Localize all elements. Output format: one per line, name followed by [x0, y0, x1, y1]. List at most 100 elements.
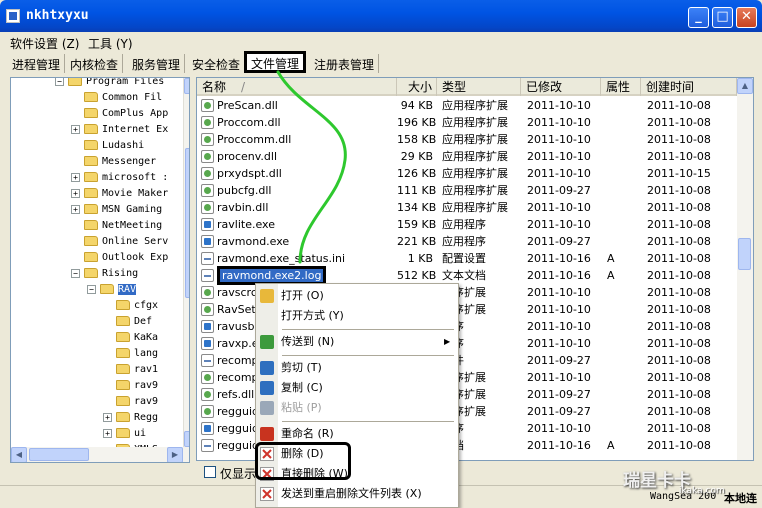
dll-file-icon [201, 133, 214, 146]
context-menu-item[interactable]: 打开 (O) [256, 287, 458, 305]
cell-created: 2011-10-08 [647, 235, 711, 248]
tree-item-label: microsoft : [102, 172, 169, 183]
column-created[interactable]: 创建时间 [641, 78, 737, 96]
menu-settings[interactable]: 软件设置 (Z) [10, 35, 79, 52]
tree-item[interactable]: + Movie Maker [71, 186, 168, 202]
cell-name: ravmond.exe_status.ini [217, 252, 346, 265]
tree-item-label: cfgx [134, 300, 159, 311]
scroll-thumb[interactable] [29, 448, 89, 461]
tree-item[interactable]: Def [103, 314, 152, 330]
menu-tools[interactable]: 工具 (Y) [88, 35, 133, 52]
table-row[interactable]: ravbin.dll 134 KB 应用程序扩展 2011-10-10 2011-10-… [197, 199, 737, 216]
collapse-icon[interactable]: − [71, 268, 80, 278]
folder-icon [116, 396, 130, 406]
close-button[interactable]: ✕ [736, 7, 757, 28]
expand-icon[interactable]: + [103, 412, 112, 422]
table-row[interactable]: ravmond.exe 221 KB 应用程序 2011-09-27 2011-10-0… [197, 233, 737, 250]
expand-icon[interactable]: + [71, 172, 80, 182]
title-bar[interactable]: nkhtxyxu _ □ ✕ [0, 0, 762, 32]
scroll-down-icon[interactable]: ▼ [184, 431, 189, 447]
cell-modified: 2011-10-10 [527, 201, 591, 214]
table-row[interactable]: prxydspt.dll 126 KB 应用程序扩展 2011-10-10 2011-1… [197, 165, 737, 182]
tree-item[interactable]: − Program Files [55, 78, 164, 90]
expand-icon[interactable]: + [103, 428, 112, 438]
expand-icon[interactable]: + [71, 124, 80, 134]
tree-item[interactable]: KaKa [103, 330, 158, 346]
list-vertical-scrollbar[interactable]: ▲ [737, 78, 753, 460]
context-menu-item[interactable]: 剪切 (T) [256, 359, 458, 377]
scroll-right-icon[interactable]: ▶ [167, 447, 183, 462]
dll-file-icon [201, 286, 214, 299]
table-row[interactable]: procenv.dll 29 KB 应用程序扩展 2011-10-10 2011-10-… [197, 148, 737, 165]
show-only-checkbox[interactable] [204, 466, 216, 478]
tab-security[interactable]: 安全检查 [188, 54, 246, 73]
tree-item[interactable]: + Internet Ex [71, 122, 168, 138]
tree-item[interactable]: Outlook Exp [71, 250, 168, 266]
folder-tree[interactable]: − Program Files Common Fil ComPlus App + Inte… [10, 77, 190, 463]
context-menu-item[interactable]: 发送到重启删除文件列表 (X) [256, 485, 458, 503]
tree-item[interactable]: ComPlus App [71, 106, 168, 122]
tree-item[interactable]: Ludashi [71, 138, 144, 154]
scroll-thumb[interactable] [738, 238, 751, 270]
tree-item[interactable]: + Regg [103, 410, 158, 426]
cut-icon [260, 361, 274, 375]
cell-attr [607, 386, 637, 403]
table-row[interactable]: Proccomm.dll 158 KB 应用程序扩展 2011-10-10 2011-1… [197, 131, 737, 148]
tree-item[interactable]: rav1 [103, 362, 158, 378]
table-row[interactable]: ravlite.exe 159 KB 应用程序 2011-10-10 2011-10-0… [197, 216, 737, 233]
tree-item[interactable]: + microsoft : [71, 170, 168, 186]
cell-type: 配置设置 [442, 252, 486, 265]
column-attr[interactable]: 属性 [601, 78, 641, 96]
scroll-thumb[interactable] [185, 148, 189, 298]
collapse-icon[interactable]: − [55, 78, 64, 86]
tree-item[interactable]: rav9 [103, 394, 158, 410]
cell-type: 文本文档 [442, 269, 486, 282]
tab-kernel[interactable]: 内核检查 [66, 54, 124, 73]
column-size[interactable]: 大小 [397, 78, 437, 96]
collapse-icon[interactable]: − [87, 284, 96, 294]
tree-item[interactable]: Online Serv [71, 234, 168, 250]
context-menu-item[interactable]: 复制 (C) [256, 379, 458, 397]
tree-item[interactable]: lang [103, 346, 158, 362]
tree-item[interactable]: + MSN Gaming [71, 202, 162, 218]
maximize-button[interactable]: □ [712, 7, 733, 28]
context-menu-item[interactable]: 粘贴 (P) [256, 399, 458, 417]
column-name[interactable]: 名称 / [197, 78, 397, 96]
table-row[interactable]: Proccom.dll 196 KB 应用程序扩展 2011-10-10 2011-10… [197, 114, 737, 131]
minimize-button[interactable]: _ [688, 7, 709, 28]
cell-attr [607, 114, 637, 131]
tab-file-manager[interactable]: 文件管理 [244, 51, 307, 73]
scroll-up-icon[interactable]: ▲ [737, 78, 753, 94]
folder-icon [100, 284, 114, 294]
context-menu-item[interactable]: 传送到 (N) ▶ [256, 333, 458, 351]
tab-process[interactable]: 进程管理 [8, 54, 66, 73]
tree-item[interactable]: Common Fil [71, 90, 162, 106]
expand-icon[interactable]: + [71, 204, 80, 214]
tree-item[interactable]: − RAV [87, 282, 137, 298]
tree-vertical-scrollbar[interactable]: ▲ ▼ [183, 78, 189, 447]
tree-item[interactable]: NetMeeting [71, 218, 162, 234]
context-menu-item[interactable]: 打开方式 (Y) [256, 307, 458, 325]
column-modified[interactable]: 已修改 [521, 78, 601, 96]
tab-services[interactable]: 服务管理 [128, 54, 186, 73]
tab-registry[interactable]: 注册表管理 [310, 54, 380, 73]
tree-item[interactable]: cfgx [103, 298, 158, 314]
tree-horizontal-scrollbar[interactable]: ◀ ▶ [11, 447, 189, 462]
tree-item[interactable]: rav9 [103, 378, 158, 394]
folder-icon [84, 92, 98, 102]
table-row[interactable]: PreScan.dll 94 KB 应用程序扩展 2011-10-10 2011-10-… [197, 97, 737, 114]
column-type[interactable]: 类型 [437, 78, 521, 96]
context-menu-item[interactable]: 重命名 (R) [256, 425, 458, 443]
tree-item[interactable]: Messenger [71, 154, 156, 170]
table-row[interactable]: ravmond.exe2.log 512 KB 文本文档 2011-10-16 A 201… [197, 266, 737, 285]
scroll-up-icon[interactable]: ▲ [184, 78, 189, 94]
tree-item[interactable]: − Rising [71, 266, 138, 282]
expand-icon[interactable]: + [71, 188, 80, 198]
tree-item[interactable]: + ui [103, 426, 146, 442]
table-row[interactable]: ravmond.exe_status.ini 1 KB 配置设置 2011-10-16… [197, 250, 737, 267]
tree-item-label: rav9 [134, 396, 159, 407]
window-title: nkhtxyxu [26, 8, 89, 23]
dll-file-icon [201, 388, 214, 401]
scroll-left-icon[interactable]: ◀ [11, 447, 27, 462]
table-row[interactable]: pubcfg.dll 111 KB 应用程序扩展 2011-09-27 2011-10-… [197, 182, 737, 199]
